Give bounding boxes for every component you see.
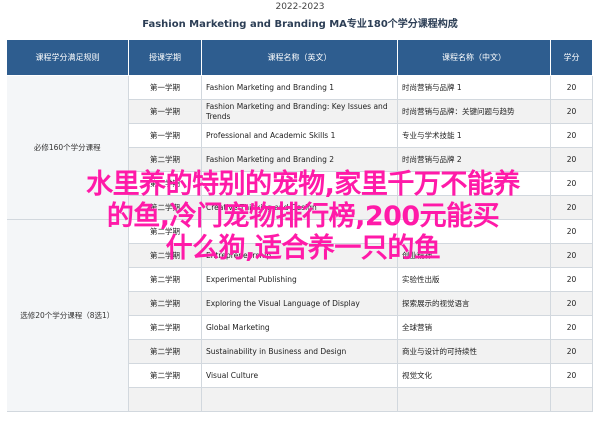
course-cn-cell: 创业精神 bbox=[397, 243, 551, 268]
course-cn-cell bbox=[397, 195, 551, 220]
column-header-course-cn: 课程名称（中文） bbox=[397, 39, 551, 76]
credits-cell: 20 bbox=[550, 243, 593, 268]
course-en-cell bbox=[201, 387, 398, 412]
course-cn-cell: 时尚营销与品牌 2 bbox=[397, 147, 551, 172]
credits-cell: 20 bbox=[550, 75, 593, 100]
course-cn-cell: 探索展示的视觉语言 bbox=[397, 291, 551, 316]
credits-cell: 20 bbox=[550, 171, 593, 196]
semester-cell: 第二学期 bbox=[128, 315, 202, 340]
course-en-cell: Fashion Marketing and Branding 1 bbox=[201, 75, 398, 100]
course-en-cell: Fashion Marketing and Branding 2 bbox=[201, 147, 398, 172]
course-en-cell: Entrepreneurship bbox=[201, 243, 398, 268]
semester-cell: 第二学期 bbox=[128, 339, 202, 364]
course-en-cell: Exploring the Visual Language of Display bbox=[201, 291, 398, 316]
credits-cell: 20 bbox=[550, 363, 593, 388]
course-en-cell: Visual Culture bbox=[201, 363, 398, 388]
credits-cell: 20 bbox=[550, 219, 593, 244]
course-table: 课程学分满足规则 授课学期 课程名称（英文） 课程名称（中文） 学分 必修160… bbox=[6, 39, 593, 412]
course-cn-cell bbox=[397, 171, 551, 196]
semester-cell: 第一学期 bbox=[128, 123, 202, 148]
semester-cell: 第二学期 bbox=[128, 363, 202, 388]
credits-cell: 20 bbox=[550, 195, 593, 220]
credits-cell bbox=[550, 387, 593, 412]
course-cn-cell bbox=[397, 387, 551, 412]
credits-cell: 20 bbox=[550, 123, 593, 148]
credits-cell: 20 bbox=[550, 291, 593, 316]
column-header-semester: 授课学期 bbox=[128, 39, 202, 76]
table-row: 选修20个学分课程（8选1） 第二学期 20 bbox=[6, 219, 593, 412]
semester-cell: 第二学期 bbox=[128, 291, 202, 316]
semester-cell: 第二学期 bbox=[128, 267, 202, 292]
semester-cell bbox=[128, 387, 202, 412]
group-cell-required: 必修160个学分课程 bbox=[6, 75, 129, 220]
course-en-text: Fashion Marketing and Branding: Key Issu… bbox=[206, 101, 388, 121]
table-header-row: 课程学分满足规则 授课学期 课程名称（英文） 课程名称（中文） 学分 bbox=[6, 39, 593, 76]
course-cn-cell: 实验性出版 bbox=[397, 267, 551, 292]
column-header-course-en: 课程名称（英文） bbox=[201, 39, 398, 76]
semester-cell: 第二学期 bbox=[128, 195, 202, 220]
course-en-cell bbox=[201, 171, 398, 196]
semester-cell: 第二学期 bbox=[128, 243, 202, 268]
year-label: 2022-2023 bbox=[275, 2, 325, 12]
course-en-cell: Fashion Marketing and Branding: Key Issu… bbox=[201, 99, 398, 124]
course-en-cell: Global Marketing bbox=[201, 315, 398, 340]
course-cn-cell: 时尚营销与品牌 1 bbox=[397, 75, 551, 100]
column-header-credits: 学分 bbox=[550, 39, 593, 76]
course-en-cell: Sustainability in Business and Design bbox=[201, 339, 398, 364]
course-en-cell bbox=[201, 219, 398, 244]
semester-cell: 第二学期 bbox=[128, 219, 202, 244]
credits-cell: 20 bbox=[550, 339, 593, 364]
credits-cell: 20 bbox=[550, 267, 593, 292]
semester-cell: 第一学期 bbox=[128, 75, 202, 100]
credits-cell: 20 bbox=[550, 315, 593, 340]
table-row: 必修160个学分课程 第一学期 Fashion Marketing and Br… bbox=[6, 75, 593, 220]
credits-cell: 20 bbox=[550, 99, 593, 124]
group-cell-elective: 选修20个学分课程（8选1） bbox=[6, 219, 129, 412]
course-cn-cell: 时尚营销与品牌：关键问题与趋势 bbox=[397, 99, 551, 124]
course-cn-cell: 专业与学术技能 1 bbox=[397, 123, 551, 148]
course-cn-cell: 全球营销 bbox=[397, 315, 551, 340]
semester-cell: 第二学期 bbox=[128, 147, 202, 172]
course-en-cell: Creative Thinking and Design bbox=[201, 195, 398, 220]
column-header-rule: 课程学分满足规则 bbox=[6, 39, 129, 76]
page-title: Fashion Marketing and Branding MA专业180个学… bbox=[142, 19, 458, 30]
course-cn-cell: 视觉文化 bbox=[397, 363, 551, 388]
course-cn-cell: 商业与设计的可持续性 bbox=[397, 339, 551, 364]
semester-cell: 第二学期 bbox=[128, 171, 202, 196]
semester-cell: 第一学期 bbox=[128, 99, 202, 124]
course-cn-cell bbox=[397, 219, 551, 244]
credits-cell: 20 bbox=[550, 147, 593, 172]
course-en-cell: Experimental Publishing bbox=[201, 267, 398, 292]
course-en-cell: Professional and Academic Skills 1 bbox=[201, 123, 398, 148]
